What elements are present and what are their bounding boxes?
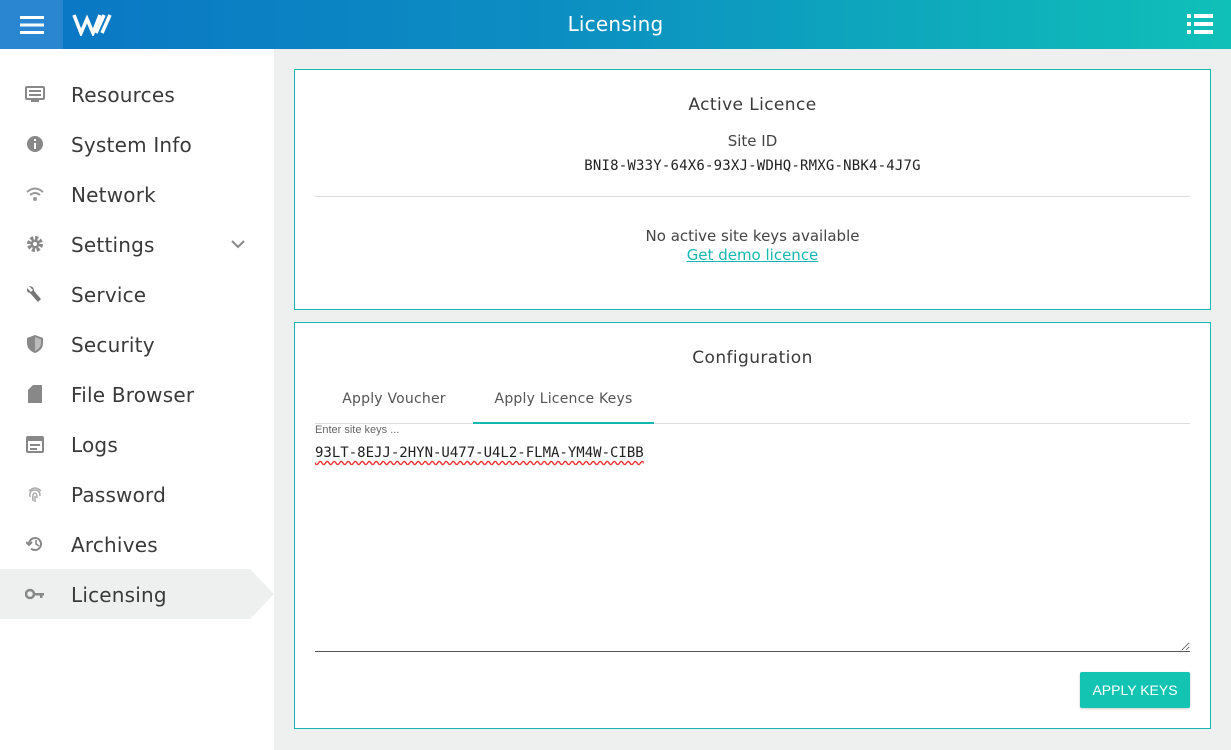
- sidebar-item-resources[interactable]: Resources: [0, 69, 274, 119]
- sidebar-item-label: Archives: [71, 533, 158, 557]
- sidebar-item-service[interactable]: Service: [0, 269, 274, 319]
- top-bar: Licensing: [0, 0, 1231, 49]
- menu-button[interactable]: [0, 0, 63, 49]
- wifi-icon: [25, 184, 45, 204]
- chevron-down-icon[interactable]: [230, 236, 246, 252]
- brand-logo: [72, 14, 112, 36]
- no-keys-message: No active site keys available: [645, 227, 860, 245]
- sidebar-item-logs[interactable]: Logs: [0, 419, 274, 469]
- sidebar-item-label: File Browser: [71, 383, 195, 407]
- sd-card-icon: [25, 384, 45, 404]
- demo-licence-link[interactable]: Get demo licence: [295, 246, 1210, 264]
- sidebar-item-label: Settings: [71, 233, 155, 257]
- apply-keys-button[interactable]: APPLY KEYS: [1080, 672, 1190, 708]
- sidebar-item-file-browser[interactable]: File Browser: [0, 369, 274, 419]
- hamburger-icon: [19, 15, 44, 34]
- sidebar-item-settings[interactable]: Settings: [0, 219, 274, 269]
- sidebar-item-label: Logs: [71, 433, 118, 457]
- info-icon: [25, 134, 45, 154]
- site-keys-label: Enter site keys ...: [315, 424, 400, 436]
- shield-icon: [25, 334, 45, 354]
- sidebar-item-system-info[interactable]: System Info: [0, 119, 274, 169]
- sidebar-item-label: Service: [71, 283, 147, 307]
- sidebar-item-label: Security: [71, 333, 155, 357]
- active-licence-title: Active Licence: [688, 95, 817, 115]
- tab-apply-voucher[interactable]: Apply Voucher: [315, 383, 473, 424]
- list-menu-button[interactable]: [1187, 13, 1213, 35]
- divider: [315, 196, 1190, 197]
- sidebar-item-label: Licensing: [71, 583, 167, 607]
- sidebar-item-licensing[interactable]: Licensing: [0, 569, 274, 619]
- list-icon: [1187, 14, 1213, 34]
- tab-apply-licence-keys[interactable]: Apply Licence Keys: [473, 383, 654, 424]
- sidebar-item-network[interactable]: Network: [0, 169, 274, 219]
- wrench-icon: [25, 284, 45, 304]
- configuration-card: Configuration Apply Voucher Apply Licenc…: [294, 322, 1211, 729]
- calendar-icon: [25, 434, 45, 454]
- site-id-label: Site ID: [727, 132, 778, 150]
- sidebar-item-archives[interactable]: Archives: [0, 519, 274, 569]
- key-icon: [25, 584, 45, 604]
- active-licence-card: Active Licence Site ID BNI8-W33Y-64X6-93…: [294, 69, 1211, 310]
- sidebar-item-label: Network: [71, 183, 156, 207]
- site-id-value: BNI8-W33Y-64X6-93XJ-WDHQ-RMXG-NBK4-4J7G: [584, 158, 921, 174]
- sidebar: Resources System Info Network Settings S…: [0, 49, 274, 750]
- monitor-icon: [25, 84, 45, 104]
- sidebar-item-label: Resources: [71, 83, 175, 107]
- sidebar-item-label: Password: [71, 483, 167, 507]
- page-title: Licensing: [567, 12, 664, 36]
- config-tabs: Apply Voucher Apply Licence Keys: [315, 383, 1190, 424]
- fingerprint-icon: [25, 484, 45, 504]
- gear-icon: [25, 234, 45, 254]
- site-keys-input[interactable]: [315, 441, 1190, 652]
- history-icon: [25, 534, 45, 554]
- sidebar-item-label: System Info: [71, 133, 192, 157]
- sidebar-item-security[interactable]: Security: [0, 319, 274, 369]
- sidebar-item-password[interactable]: Password: [0, 469, 274, 519]
- configuration-title: Configuration: [692, 348, 813, 368]
